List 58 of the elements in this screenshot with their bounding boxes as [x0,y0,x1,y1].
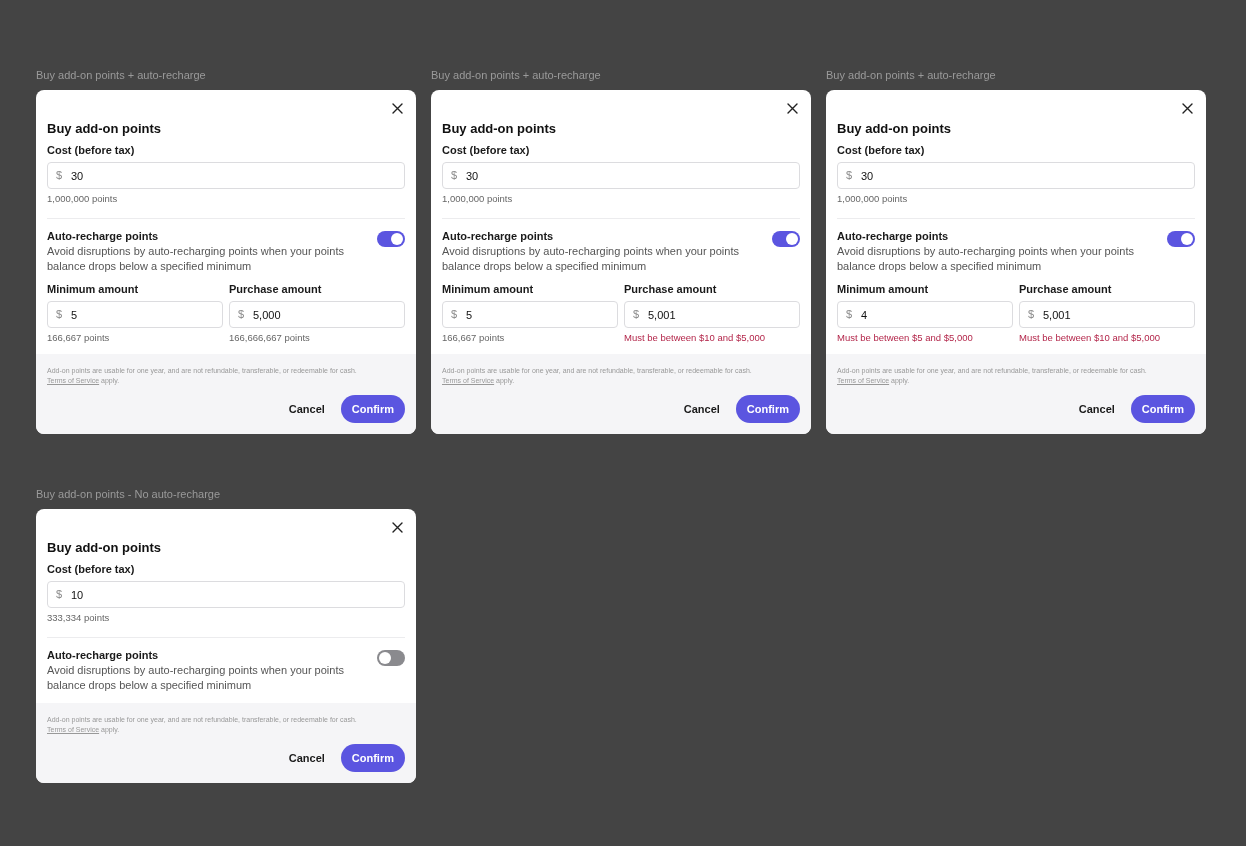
dialog-title: Buy add-on points [442,120,558,138]
points-note: 1,000,000 points [47,192,119,205]
currency-symbol: $ [451,169,458,182]
confirm-button[interactable]: Confirm [1130,395,1195,423]
dialog-title: Buy add-on points [47,120,163,138]
error-message: Must be between $5 and $5,000 [837,331,974,344]
frame-label: Buy add-on points - No auto-recharge [36,487,222,501]
toggle-switch[interactable] [377,650,405,666]
toggle-switch[interactable] [772,231,800,247]
section-description: Avoid disruptions by auto-recharging points when your points balance drops below a specified minimum [837,244,1135,274]
field-label: Purchase amount [229,282,323,297]
currency-symbol: $ [451,308,458,321]
currency-symbol: $ [1028,308,1035,321]
error-message: Must be between $10 and $5,000 [1019,331,1162,344]
points-note: 333,334 points [47,611,111,624]
cancel-button[interactable]: Cancel [284,397,329,421]
field-label: Purchase amount [624,282,718,297]
points-note: 1,000,000 points [837,192,909,205]
confirm-button[interactable]: Confirm [735,395,800,423]
section-title: Auto-recharge points [47,229,160,244]
dialog-title: Buy add-on points [837,120,953,138]
section-title: Auto-recharge points [47,648,160,663]
field-label: Cost (before tax) [837,143,926,158]
frame-label: Buy add-on points + auto-recharge [431,68,602,82]
field-label: Minimum amount [442,282,535,297]
currency-symbol: $ [238,308,245,321]
frame-label: Buy add-on points + auto-recharge [826,68,997,82]
frame-label: Buy add-on points + auto-recharge [36,68,207,82]
section-title: Auto-recharge points [442,229,555,244]
dialog-title: Buy add-on points [47,539,163,557]
currency-symbol: $ [56,588,63,601]
points-note: 166,667 points [442,331,506,344]
currency-symbol: $ [846,308,853,321]
confirm-button[interactable]: Confirm [340,395,405,423]
currency-symbol: $ [633,308,640,321]
currency-symbol: $ [846,169,853,182]
field-label: Minimum amount [47,282,140,297]
cancel-button[interactable]: Cancel [679,397,724,421]
currency-symbol: $ [56,169,63,182]
cancel-button[interactable]: Cancel [1074,397,1119,421]
cancel-button[interactable]: Cancel [284,746,329,770]
confirm-button[interactable]: Confirm [340,744,405,772]
toggle-switch[interactable] [377,231,405,247]
points-note: 166,667 points [47,331,111,344]
field-label: Purchase amount [1019,282,1113,297]
field-label: Cost (before tax) [47,562,136,577]
field-label: Cost (before tax) [442,143,531,158]
section-description: Avoid disruptions by auto-recharging points when your points balance drops below a specified minimum [47,244,345,274]
currency-symbol: $ [56,308,63,321]
points-note: 1,000,000 points [442,192,514,205]
field-label: Cost (before tax) [47,143,136,158]
field-label: Minimum amount [837,282,930,297]
section-description: Avoid disruptions by auto-recharging points when your points balance drops below a specified minimum [442,244,740,274]
section-title: Auto-recharge points [837,229,950,244]
points-note: 166,666,667 points [229,331,311,344]
error-message: Must be between $10 and $5,000 [624,331,767,344]
section-description: Avoid disruptions by auto-recharging points when your points balance drops below a specified minimum [47,663,345,693]
toggle-switch[interactable] [1167,231,1195,247]
